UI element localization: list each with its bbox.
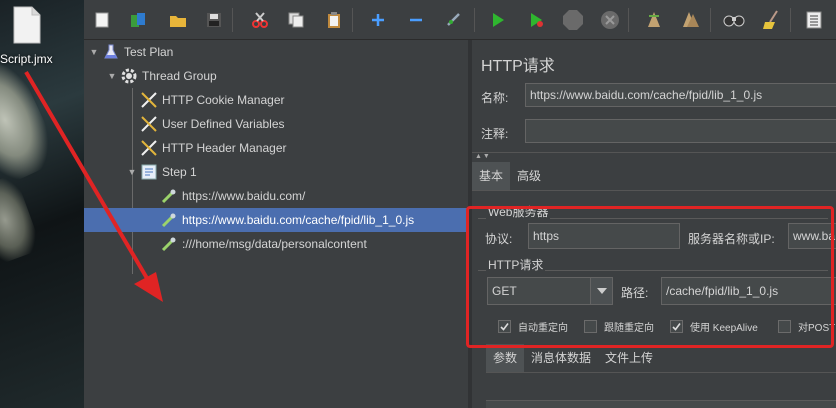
tree-node-label: HTTP Header Manager bbox=[162, 141, 287, 155]
parameters-tabs: 参数 消息体数据 文件上传 bbox=[486, 344, 660, 372]
tree-node-thread-group[interactable]: ▼ Thread Group bbox=[84, 64, 468, 88]
templates-icon[interactable] bbox=[126, 8, 150, 32]
clear-icon[interactable] bbox=[642, 8, 666, 32]
desktop-file-label[interactable]: Script.jmx bbox=[0, 52, 60, 66]
tab-file-upload[interactable]: 文件上传 bbox=[598, 344, 660, 372]
start-no-pause-icon[interactable] bbox=[524, 8, 548, 32]
tree-node-sampler-1[interactable]: https://www.baidu.com/ bbox=[84, 184, 468, 208]
cut-icon[interactable] bbox=[248, 8, 272, 32]
collapse-arrows-icon[interactable]: ▲▼ bbox=[475, 153, 491, 160]
paste-icon[interactable] bbox=[322, 8, 346, 32]
tree-node-label: :///home/msg/data/personalcontent bbox=[182, 237, 367, 251]
checkbox-keepalive[interactable]: 使用 KeepAlive bbox=[670, 319, 758, 334]
wrench-icon bbox=[140, 91, 158, 109]
tree-node-sampler-2-selected[interactable]: https://www.baidu.com/cache/fpid/lib_1_0… bbox=[84, 208, 468, 232]
tab-parameters[interactable]: 参数 bbox=[486, 344, 525, 372]
server-name-label: 服务器名称或IP: bbox=[688, 232, 775, 246]
checkbox-unchecked-icon[interactable] bbox=[778, 320, 791, 333]
http-request-panel: HTTP请求 名称: https://www.baidu.com/cache/f… bbox=[472, 40, 836, 408]
tabs-underline bbox=[472, 190, 836, 191]
toggle-icon[interactable] bbox=[442, 8, 466, 32]
tree-node-label: https://www.baidu.com/ bbox=[182, 189, 306, 203]
parameters-table-header bbox=[486, 400, 836, 408]
gear-icon bbox=[120, 67, 138, 85]
copy-icon[interactable] bbox=[284, 8, 308, 32]
tree-node-user-defined-variables[interactable]: User Defined Variables bbox=[84, 112, 468, 136]
checkbox-label: 跟随重定向 bbox=[604, 323, 654, 334]
tree-node-step-1[interactable]: ▼ Step 1 bbox=[84, 160, 468, 184]
tabs-underline bbox=[486, 372, 836, 373]
search-icon[interactable] bbox=[722, 8, 746, 32]
tree-node-header-manager[interactable]: HTTP Header Manager bbox=[84, 136, 468, 160]
open-icon[interactable] bbox=[166, 8, 190, 32]
panel-title: HTTP请求 bbox=[481, 58, 555, 75]
shutdown-icon[interactable] bbox=[598, 8, 622, 32]
comment-field[interactable] bbox=[525, 119, 836, 143]
tree-node-label: Test Plan bbox=[124, 45, 174, 59]
tab-basic[interactable]: 基本 bbox=[472, 162, 511, 190]
checkbox-label: 使用 KeepAlive bbox=[690, 323, 758, 334]
tree-node-label: Thread Group bbox=[142, 69, 217, 83]
stop-icon[interactable] bbox=[561, 8, 585, 32]
toolbar bbox=[84, 0, 836, 40]
checkbox-label: 对POST bbox=[798, 323, 836, 334]
clear-all-icon[interactable] bbox=[678, 8, 702, 32]
pipette-icon bbox=[160, 235, 178, 253]
server-name-field[interactable]: www.ba bbox=[788, 223, 836, 249]
tree-node-cookie-manager[interactable]: HTTP Cookie Manager bbox=[84, 88, 468, 112]
http-request-group-title: HTTP请求 bbox=[486, 256, 546, 273]
protocol-field[interactable]: https bbox=[528, 223, 680, 249]
path-field[interactable]: /cache/fpid/lib_1_0.js bbox=[661, 277, 836, 305]
checkbox-label: 自动重定向 bbox=[518, 323, 568, 334]
tree-node-label: User Defined Variables bbox=[162, 117, 285, 131]
web-server-group-title: Web服务器 bbox=[486, 203, 551, 220]
wrench-icon bbox=[140, 115, 158, 133]
protocol-label: 协议: bbox=[485, 232, 513, 246]
checkbox-auto-redirect[interactable]: 自动重定向 bbox=[498, 319, 568, 334]
config-tabs: 基本 高级 bbox=[472, 162, 548, 190]
desktop-wallpaper-highlight-2 bbox=[0, 173, 43, 267]
tree-node-label: https://www.baidu.com/cache/fpid/lib_1_0… bbox=[182, 213, 415, 227]
path-label: 路径: bbox=[621, 286, 649, 300]
collapse-icon[interactable] bbox=[404, 8, 428, 32]
reset-search-icon[interactable] bbox=[760, 8, 784, 32]
desktop-wallpaper-highlight bbox=[0, 50, 63, 190]
tree-node-sampler-3[interactable]: :///home/msg/data/personalcontent bbox=[84, 232, 468, 256]
desktop-background: Script.jmx bbox=[0, 0, 84, 408]
checkbox-checked-icon[interactable] bbox=[498, 320, 511, 333]
expand-arrow-icon[interactable]: ▼ bbox=[104, 68, 120, 84]
pipette-icon bbox=[160, 211, 178, 229]
save-icon[interactable] bbox=[202, 8, 226, 32]
wrench-icon bbox=[140, 139, 158, 157]
function-helper-icon[interactable] bbox=[802, 8, 826, 32]
test-plan-tree: ▼ Test Plan ▼ Thread Group HTTP Cookie M… bbox=[84, 40, 468, 408]
chevron-down-icon[interactable] bbox=[590, 278, 612, 304]
expand-icon[interactable] bbox=[366, 8, 390, 32]
name-label: 名称: bbox=[481, 91, 509, 105]
checkbox-unchecked-icon[interactable] bbox=[584, 320, 597, 333]
tab-advanced[interactable]: 高级 bbox=[510, 162, 548, 190]
tree-node-label: Step 1 bbox=[162, 165, 197, 179]
new-icon[interactable] bbox=[90, 8, 114, 32]
flask-icon bbox=[102, 43, 120, 61]
tab-body-data[interactable]: 消息体数据 bbox=[524, 344, 598, 372]
expand-arrow-icon[interactable]: ▼ bbox=[86, 44, 102, 60]
controller-icon bbox=[140, 163, 158, 181]
expand-arrow-icon[interactable]: ▼ bbox=[124, 164, 140, 180]
pipette-icon bbox=[160, 187, 178, 205]
checkbox-multipart-post[interactable]: 对POST bbox=[778, 319, 835, 334]
name-field[interactable]: https://www.baidu.com/cache/fpid/lib_1_0… bbox=[525, 83, 836, 107]
file-icon[interactable] bbox=[12, 6, 42, 44]
checkbox-checked-icon[interactable] bbox=[670, 320, 683, 333]
start-icon[interactable] bbox=[486, 8, 510, 32]
checkbox-follow-redirect[interactable]: 跟随重定向 bbox=[584, 319, 654, 334]
tree-node-test-plan[interactable]: ▼ Test Plan bbox=[84, 40, 468, 64]
divider bbox=[472, 152, 836, 153]
tree-node-label: HTTP Cookie Manager bbox=[162, 93, 285, 107]
comment-label: 注释: bbox=[481, 127, 509, 141]
